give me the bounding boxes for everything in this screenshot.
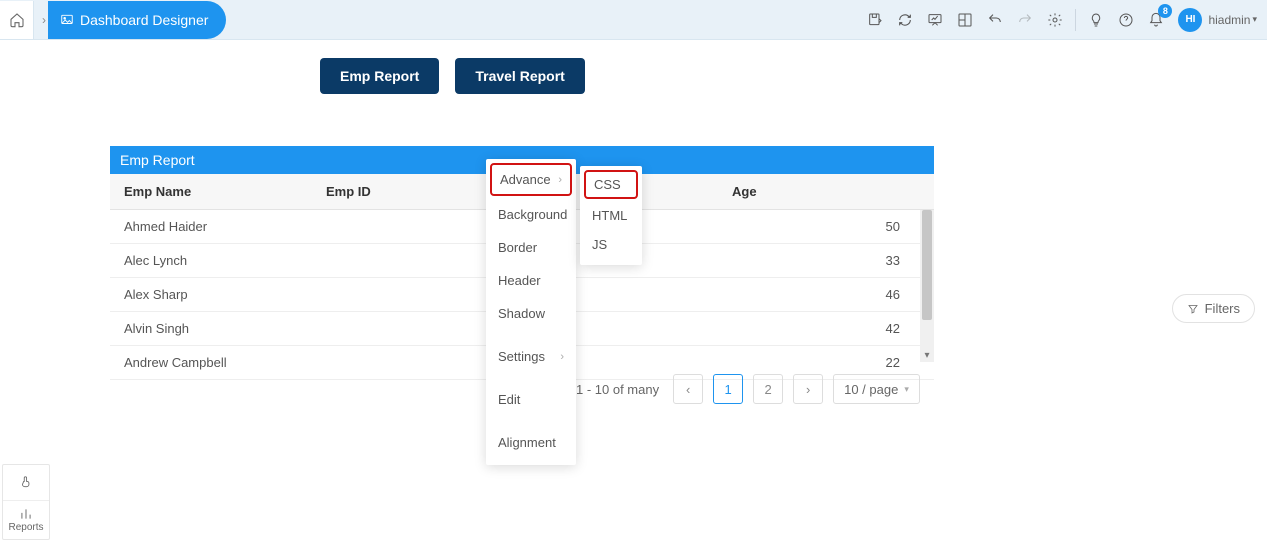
cell-name: Alvin Singh bbox=[110, 312, 312, 345]
menu-label: Header bbox=[498, 273, 541, 288]
page-next[interactable]: › bbox=[793, 374, 823, 404]
menu-label: Advance bbox=[500, 172, 551, 187]
undo-icon[interactable] bbox=[981, 6, 1009, 34]
chevron-right-icon: › bbox=[558, 174, 562, 186]
menu-shadow[interactable]: Shadow bbox=[486, 297, 576, 330]
page-size-select[interactable]: 10 / page ▾ bbox=[833, 374, 920, 404]
dock-tap-icon[interactable] bbox=[3, 465, 49, 501]
page-prev[interactable]: ‹ bbox=[673, 374, 703, 404]
page-info: 1 - 10 of many bbox=[576, 382, 659, 397]
scroll-down-icon[interactable]: ▾ bbox=[920, 348, 934, 362]
topbar: › Dashboard Designer 8 HI hiadmin ▾ bbox=[0, 0, 1267, 40]
menu-settings[interactable]: Settings › bbox=[486, 340, 576, 373]
context-submenu-advance: CSS HTML JS bbox=[580, 166, 642, 265]
cell-age: 33 bbox=[718, 244, 934, 277]
submenu-css[interactable]: CSS bbox=[584, 170, 638, 199]
vertical-scrollbar[interactable]: ▾ bbox=[920, 210, 934, 362]
gear-icon[interactable] bbox=[1041, 6, 1069, 34]
cell-id bbox=[312, 210, 492, 243]
scroll-thumb[interactable] bbox=[922, 210, 932, 320]
menu-header[interactable]: Header bbox=[486, 264, 576, 297]
save-dropdown-icon[interactable] bbox=[861, 6, 889, 34]
report-tabs: Emp Report Travel Report bbox=[320, 58, 1267, 94]
bulb-icon[interactable] bbox=[1082, 6, 1110, 34]
context-menu: Advance › Background Border Header Shado… bbox=[486, 159, 576, 465]
chevron-down-icon: ▾ bbox=[904, 384, 909, 395]
menu-border[interactable]: Border bbox=[486, 231, 576, 264]
menu-label: Background bbox=[498, 207, 567, 222]
image-icon bbox=[60, 13, 74, 27]
menu-label: Alignment bbox=[498, 435, 556, 450]
chevron-right-icon: › bbox=[560, 351, 564, 363]
col-emp-name[interactable]: Emp Name bbox=[110, 174, 312, 209]
toolbar-divider bbox=[1075, 9, 1076, 31]
notification-badge: 8 bbox=[1158, 4, 1172, 18]
filters-button[interactable]: Filters bbox=[1172, 294, 1255, 323]
submenu-js[interactable]: JS bbox=[580, 230, 642, 259]
menu-label: Shadow bbox=[498, 306, 545, 321]
cell-name: Alex Sharp bbox=[110, 278, 312, 311]
cell-name: Alec Lynch bbox=[110, 244, 312, 277]
component-dock: Reports bbox=[2, 464, 50, 540]
topbar-actions: 8 HI hiadmin ▾ bbox=[861, 6, 1267, 34]
page-2[interactable]: 2 bbox=[753, 374, 783, 404]
filter-icon bbox=[1187, 303, 1199, 315]
pagination: 1 - 10 of many ‹ 1 2 › 10 / page ▾ bbox=[576, 374, 920, 404]
avatar[interactable]: HI bbox=[1178, 8, 1202, 32]
chevron-down-icon: ▾ bbox=[1252, 14, 1257, 25]
layout-icon[interactable] bbox=[951, 6, 979, 34]
col-age[interactable]: Age bbox=[718, 174, 934, 209]
submenu-html[interactable]: HTML bbox=[580, 201, 642, 230]
filters-label: Filters bbox=[1205, 301, 1240, 316]
cell-id bbox=[312, 278, 492, 311]
home-icon bbox=[9, 12, 25, 28]
menu-advance[interactable]: Advance › bbox=[490, 163, 572, 196]
canvas: Emp Report Travel Report Emp Report Emp … bbox=[0, 40, 1267, 94]
dock-reports[interactable]: Reports bbox=[3, 501, 49, 539]
home-button[interactable] bbox=[0, 1, 34, 39]
cell-age: 42 bbox=[718, 312, 934, 345]
tab-emp-report[interactable]: Emp Report bbox=[320, 58, 439, 94]
username-dropdown[interactable]: hiadmin ▾ bbox=[1208, 13, 1257, 27]
bell-icon[interactable]: 8 bbox=[1142, 6, 1170, 34]
menu-alignment[interactable]: Alignment bbox=[486, 426, 576, 459]
refresh-icon[interactable] bbox=[891, 6, 919, 34]
help-icon[interactable] bbox=[1112, 6, 1140, 34]
menu-background[interactable]: Background bbox=[486, 198, 576, 231]
menu-label: Settings bbox=[498, 349, 545, 364]
username-label: hiadmin bbox=[1208, 13, 1250, 27]
tab-travel-report[interactable]: Travel Report bbox=[455, 58, 584, 94]
page-size-label: 10 / page bbox=[844, 382, 898, 397]
menu-label: Edit bbox=[498, 392, 520, 407]
cell-id bbox=[312, 312, 492, 345]
cell-name: Ahmed Haider bbox=[110, 210, 312, 243]
presentation-icon[interactable] bbox=[921, 6, 949, 34]
breadcrumb-label: Dashboard Designer bbox=[80, 12, 208, 28]
cell-id bbox=[312, 244, 492, 277]
redo-icon[interactable] bbox=[1011, 6, 1039, 34]
col-emp-id[interactable]: Emp ID bbox=[312, 174, 492, 209]
cell-name: Andrew Campbell bbox=[110, 346, 312, 379]
cell-age: 46 bbox=[718, 278, 934, 311]
breadcrumb-dashboard-designer[interactable]: Dashboard Designer bbox=[48, 1, 226, 39]
cell-age: 50 bbox=[718, 210, 934, 243]
page-1[interactable]: 1 bbox=[713, 374, 743, 404]
dock-reports-label: Reports bbox=[8, 522, 43, 533]
menu-edit[interactable]: Edit bbox=[486, 383, 576, 416]
menu-label: Border bbox=[498, 240, 537, 255]
cell-id bbox=[312, 346, 492, 379]
